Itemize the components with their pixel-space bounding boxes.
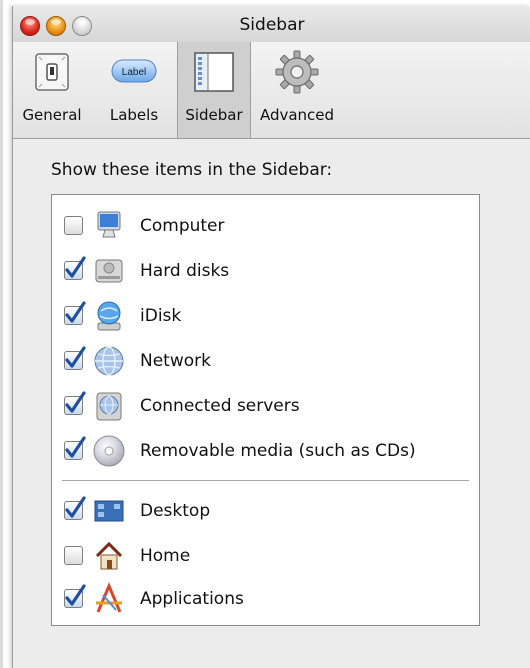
label-computer: Computer xyxy=(140,216,225,236)
server-icon xyxy=(96,392,122,421)
sidebar-items-list: Computer Hard disks iDisk Network Connec… xyxy=(51,194,480,626)
cd-icon xyxy=(93,435,125,467)
toolbar-label-advanced: Advanced xyxy=(259,106,335,124)
network-globe-icon xyxy=(94,346,124,376)
checkbox-idisk[interactable] xyxy=(64,301,86,325)
toolbar-label-general: General xyxy=(22,106,82,124)
checkbox-desktop[interactable] xyxy=(64,496,86,520)
list-divider xyxy=(62,480,469,481)
toolbar-label-sidebar: Sidebar xyxy=(185,106,243,124)
applications-icon xyxy=(96,582,122,613)
label-home: Home xyxy=(140,546,191,566)
section-heading: Show these items in the Sidebar: xyxy=(51,160,333,180)
checkbox-home[interactable] xyxy=(64,546,83,565)
toolbar: General Label Labels Sidebar Advanced xyxy=(13,42,530,139)
idisk-icon xyxy=(97,301,121,331)
general-switch-icon xyxy=(35,53,69,91)
label-idisk: iDisk xyxy=(140,306,182,326)
checkbox-network[interactable] xyxy=(64,346,86,370)
label-network: Network xyxy=(140,351,211,371)
toolbar-item-sidebar[interactable]: Sidebar xyxy=(177,42,251,138)
computer-icon xyxy=(97,211,121,238)
label-pill-icon: Label xyxy=(111,59,157,83)
checkbox-applications[interactable] xyxy=(64,584,86,608)
desktop-icon xyxy=(94,500,124,522)
title-bar[interactable]: Sidebar xyxy=(13,6,530,42)
toolbar-item-labels[interactable]: Label Labels xyxy=(91,42,177,138)
home-icon xyxy=(95,541,123,570)
label-removable-media: Removable media (such as CDs) xyxy=(140,441,416,461)
checkbox-removable-media[interactable] xyxy=(64,436,86,460)
checkbox-computer[interactable] xyxy=(64,216,83,235)
label-pill-text: Label xyxy=(122,67,146,78)
toolbar-label-labels: Labels xyxy=(109,106,159,124)
toolbar-item-advanced[interactable]: Advanced xyxy=(251,42,343,138)
sidebar-window-icon xyxy=(194,52,234,92)
toolbar-item-general[interactable]: General xyxy=(13,42,91,138)
label-hard-disks: Hard disks xyxy=(140,261,230,281)
hard-disk-icon xyxy=(95,259,123,283)
gear-icon xyxy=(275,50,319,94)
checkbox-hard-disks[interactable] xyxy=(64,256,86,280)
background-edge xyxy=(0,0,3,668)
label-applications: Applications xyxy=(140,589,244,609)
window-title: Sidebar xyxy=(239,15,305,35)
label-desktop: Desktop xyxy=(140,501,211,521)
preferences-window: Sidebar General Label Labels Sidebar Adv… xyxy=(12,6,530,668)
checkbox-connected-servers[interactable] xyxy=(64,391,86,415)
label-connected-servers: Connected servers xyxy=(140,396,300,416)
